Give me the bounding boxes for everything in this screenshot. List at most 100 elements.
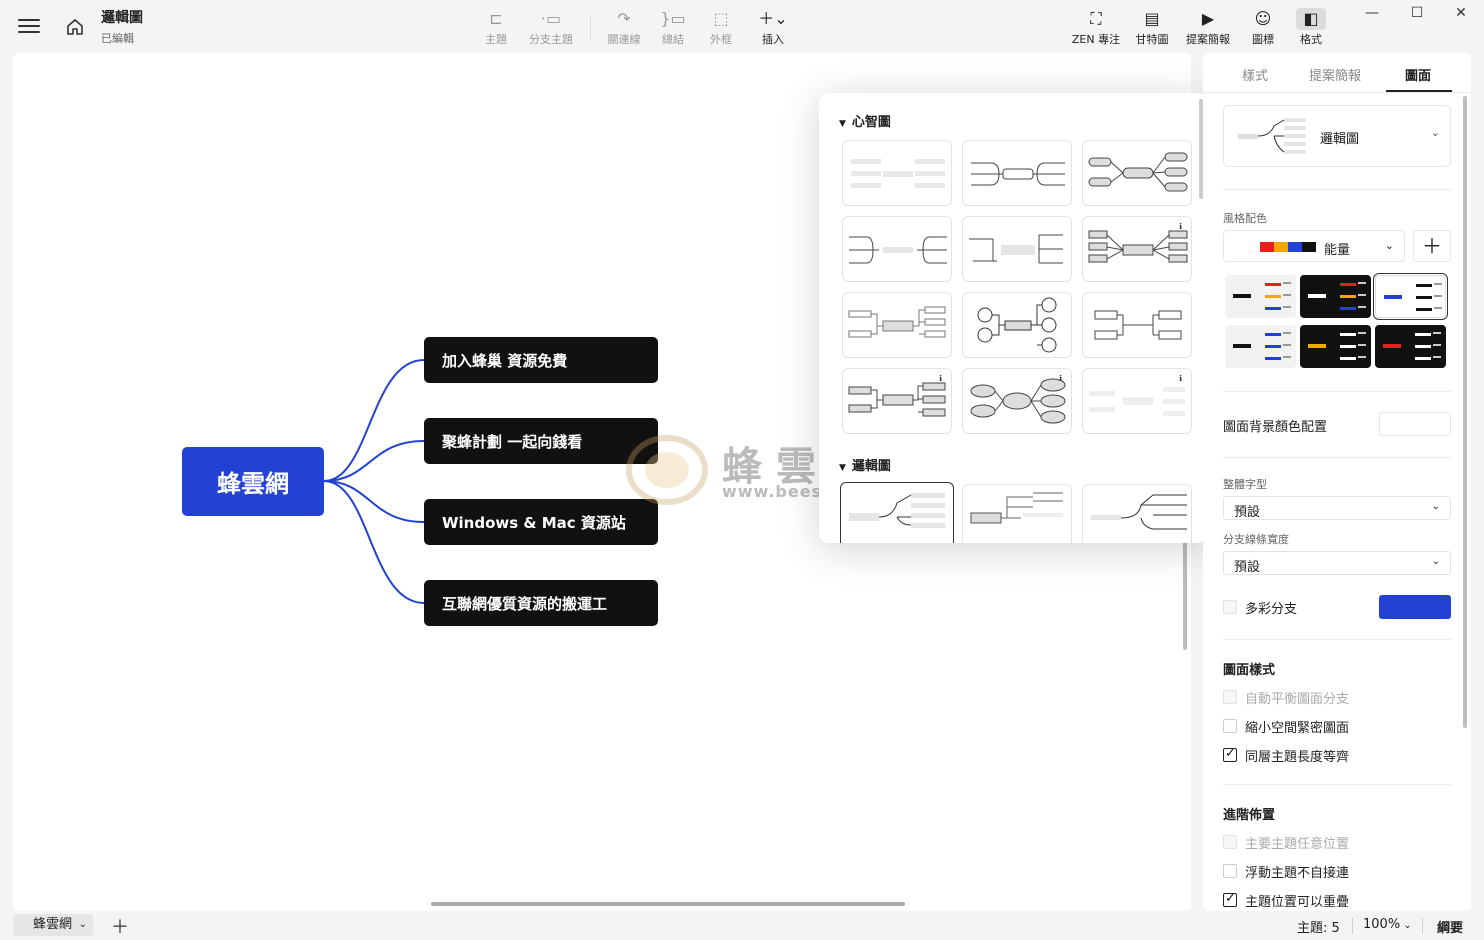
- checkbox[interactable]: [1223, 690, 1237, 704]
- branch-width-select[interactable]: 預設 ⌄: [1223, 551, 1451, 575]
- status-bar: 蜂雲網 ⌄ ＋ 主題: 5 100% ⌄ 綱要: [0, 911, 1484, 940]
- structure-popup: ▼ 心智圖 ℹ ℹ ℹ ℹ ▼ 邏輯圖: [819, 93, 1207, 543]
- section-mindmap-label: 心智圖: [851, 115, 891, 130]
- divider: [1352, 918, 1353, 934]
- section-logic[interactable]: ▼ 邏輯圖: [839, 455, 891, 474]
- theme-thumb-6[interactable]: [1375, 325, 1446, 368]
- structure-thumb-mindmap-7[interactable]: [842, 292, 952, 358]
- structure-thumb-mindmap-2[interactable]: [962, 140, 1072, 206]
- structure-thumb-mindmap-3[interactable]: [1082, 140, 1192, 206]
- scheme-color-black: [1302, 242, 1316, 252]
- multicolor-label: 多彩分支: [1245, 602, 1298, 617]
- add-sheet-button[interactable]: ＋: [111, 913, 129, 939]
- option-label: 主題位置可以重疊: [1245, 895, 1350, 910]
- canvas-horizontal-scrollbar[interactable]: [431, 902, 905, 906]
- svg-text:ℹ: ℹ: [1179, 222, 1182, 231]
- multicolor-color-swatch[interactable]: [1379, 595, 1451, 619]
- color-scheme-selector[interactable]: 能量 ⌄: [1223, 230, 1405, 262]
- option-label: 自動平衡圖面分支: [1245, 692, 1350, 707]
- active-tab-indicator: [1386, 90, 1452, 92]
- branch-width-value: 預設: [1234, 560, 1261, 575]
- checkbox[interactable]: [1223, 600, 1237, 614]
- maximize-icon[interactable]: ☐: [1403, 4, 1431, 24]
- divider: [1223, 457, 1451, 458]
- structure-thumb-mindmap-10[interactable]: ℹ: [842, 368, 952, 434]
- central-topic[interactable]: 蜂雲網: [182, 447, 324, 516]
- tab-style[interactable]: 樣式: [1242, 65, 1268, 84]
- option-label: 同層主題長度等齊: [1245, 750, 1350, 765]
- svg-text:ℹ: ℹ: [939, 374, 942, 383]
- font-label: 整體字型: [1223, 478, 1267, 491]
- structure-thumb-mindmap-8[interactable]: [962, 292, 1072, 358]
- chevron-down-icon: ⌄: [1431, 556, 1440, 567]
- structure-thumb-logic-3[interactable]: [1082, 484, 1192, 543]
- theme-thumb-4[interactable]: [1225, 325, 1296, 368]
- svg-text:ℹ: ℹ: [1059, 374, 1062, 383]
- tab-baseline: [1203, 92, 1471, 93]
- theme-thumb-3[interactable]: [1373, 273, 1448, 320]
- option-label: 主要主題任意位置: [1245, 837, 1350, 852]
- advanced-option[interactable]: 主題位置可以重疊: [1223, 891, 1443, 910]
- sheet-tab[interactable]: 蜂雲網 ⌄: [13, 914, 93, 936]
- scheme-name: 能量: [1324, 243, 1351, 258]
- checkbox[interactable]: [1223, 719, 1237, 733]
- chevron-down-icon: ⌄: [78, 919, 87, 930]
- checkbox[interactable]: [1223, 891, 1237, 907]
- topic-count: 主題: 5: [1297, 921, 1340, 936]
- tab-pitch[interactable]: 提案簡報: [1309, 65, 1361, 84]
- divider: [1223, 189, 1451, 190]
- format-panel-icon: ◧: [1296, 8, 1326, 30]
- section-logic-label: 邏輯圖: [851, 459, 891, 474]
- section-mindmap[interactable]: ▼ 心智圖: [839, 111, 891, 130]
- map-style-option[interactable]: 縮小空間緊密圖面: [1223, 717, 1443, 736]
- scheme-color-yellow: [1274, 242, 1288, 252]
- structure-thumb-mindmap-5[interactable]: [962, 216, 1072, 282]
- theme-thumb-2[interactable]: [1300, 275, 1371, 318]
- advanced-option[interactable]: 浮動主題不自接連: [1223, 862, 1443, 881]
- add-scheme-button[interactable]: ＋: [1413, 230, 1451, 262]
- format-label: 格式: [1300, 33, 1322, 46]
- advanced-option[interactable]: 主要主題任意位置: [1223, 833, 1443, 852]
- format-button[interactable]: ◧ 格式: [1281, 8, 1341, 47]
- font-value: 預設: [1234, 505, 1261, 520]
- map-style-option[interactable]: 同層主題長度等齊: [1223, 746, 1443, 765]
- sheet-name: 蜂雲網: [33, 917, 73, 932]
- divider: [1223, 391, 1451, 392]
- chevron-down-icon: ⌄: [1431, 501, 1440, 512]
- tab-map[interactable]: 圖面: [1405, 65, 1431, 84]
- map-style-heading: 圖面樣式: [1223, 663, 1276, 678]
- checkbox[interactable]: [1223, 746, 1237, 762]
- structure-thumb-mindmap-6[interactable]: ℹ: [1082, 216, 1192, 282]
- structure-thumb-mindmap-9[interactable]: [1082, 292, 1192, 358]
- structure-thumb-mindmap-12[interactable]: ℹ: [1082, 368, 1192, 434]
- chevron-down-icon: ⌄: [1384, 239, 1394, 252]
- background-color-label: 圖面背景顏色配置: [1223, 420, 1328, 435]
- theme-thumb-1[interactable]: [1225, 275, 1296, 318]
- font-select[interactable]: 預設 ⌄: [1223, 496, 1451, 520]
- structure-thumb-mindmap-1[interactable]: [842, 140, 952, 206]
- structure-thumb-mindmap-11[interactable]: ℹ: [962, 368, 1072, 434]
- multicolor-branch-option[interactable]: 多彩分支: [1223, 598, 1363, 617]
- structure-selector[interactable]: 邏輯圖 ⌄: [1223, 105, 1451, 167]
- subtopic-node[interactable]: 加入蜂巢 資源免費: [424, 337, 658, 383]
- background-color-field[interactable]: [1379, 412, 1451, 436]
- scheme-color-red: [1260, 242, 1274, 252]
- structure-thumb-mindmap-4[interactable]: [842, 216, 952, 282]
- option-label: 縮小空間緊密圖面: [1245, 721, 1350, 736]
- subtopic-node[interactable]: 互聯網優質資源的搬運工: [424, 580, 658, 626]
- branch-width-label: 分支線條寬度: [1223, 533, 1289, 546]
- minimize-icon[interactable]: —: [1358, 4, 1386, 24]
- scheme-color-blue: [1288, 242, 1302, 252]
- zoom-control[interactable]: 100% ⌄: [1363, 917, 1412, 932]
- outline-button[interactable]: 綱要: [1437, 917, 1463, 936]
- map-style-option[interactable]: 自動平衡圖面分支: [1223, 688, 1443, 707]
- structure-thumb-logic-1[interactable]: [840, 482, 954, 543]
- close-icon[interactable]: ✕: [1447, 4, 1475, 24]
- format-panel: 樣式 提案簡報 圖面 邏輯圖 ⌄ 風格配色 能量 ⌄ ＋ 圖面背景顏色配置 整體…: [1203, 53, 1471, 911]
- panel-scrollbar[interactable]: [1463, 96, 1467, 728]
- checkbox[interactable]: [1223, 835, 1237, 849]
- theme-thumb-5[interactable]: [1300, 325, 1371, 368]
- checkbox[interactable]: [1223, 864, 1237, 878]
- structure-thumb-logic-2[interactable]: [962, 484, 1072, 543]
- structure-name: 邏輯圖: [1320, 132, 1360, 147]
